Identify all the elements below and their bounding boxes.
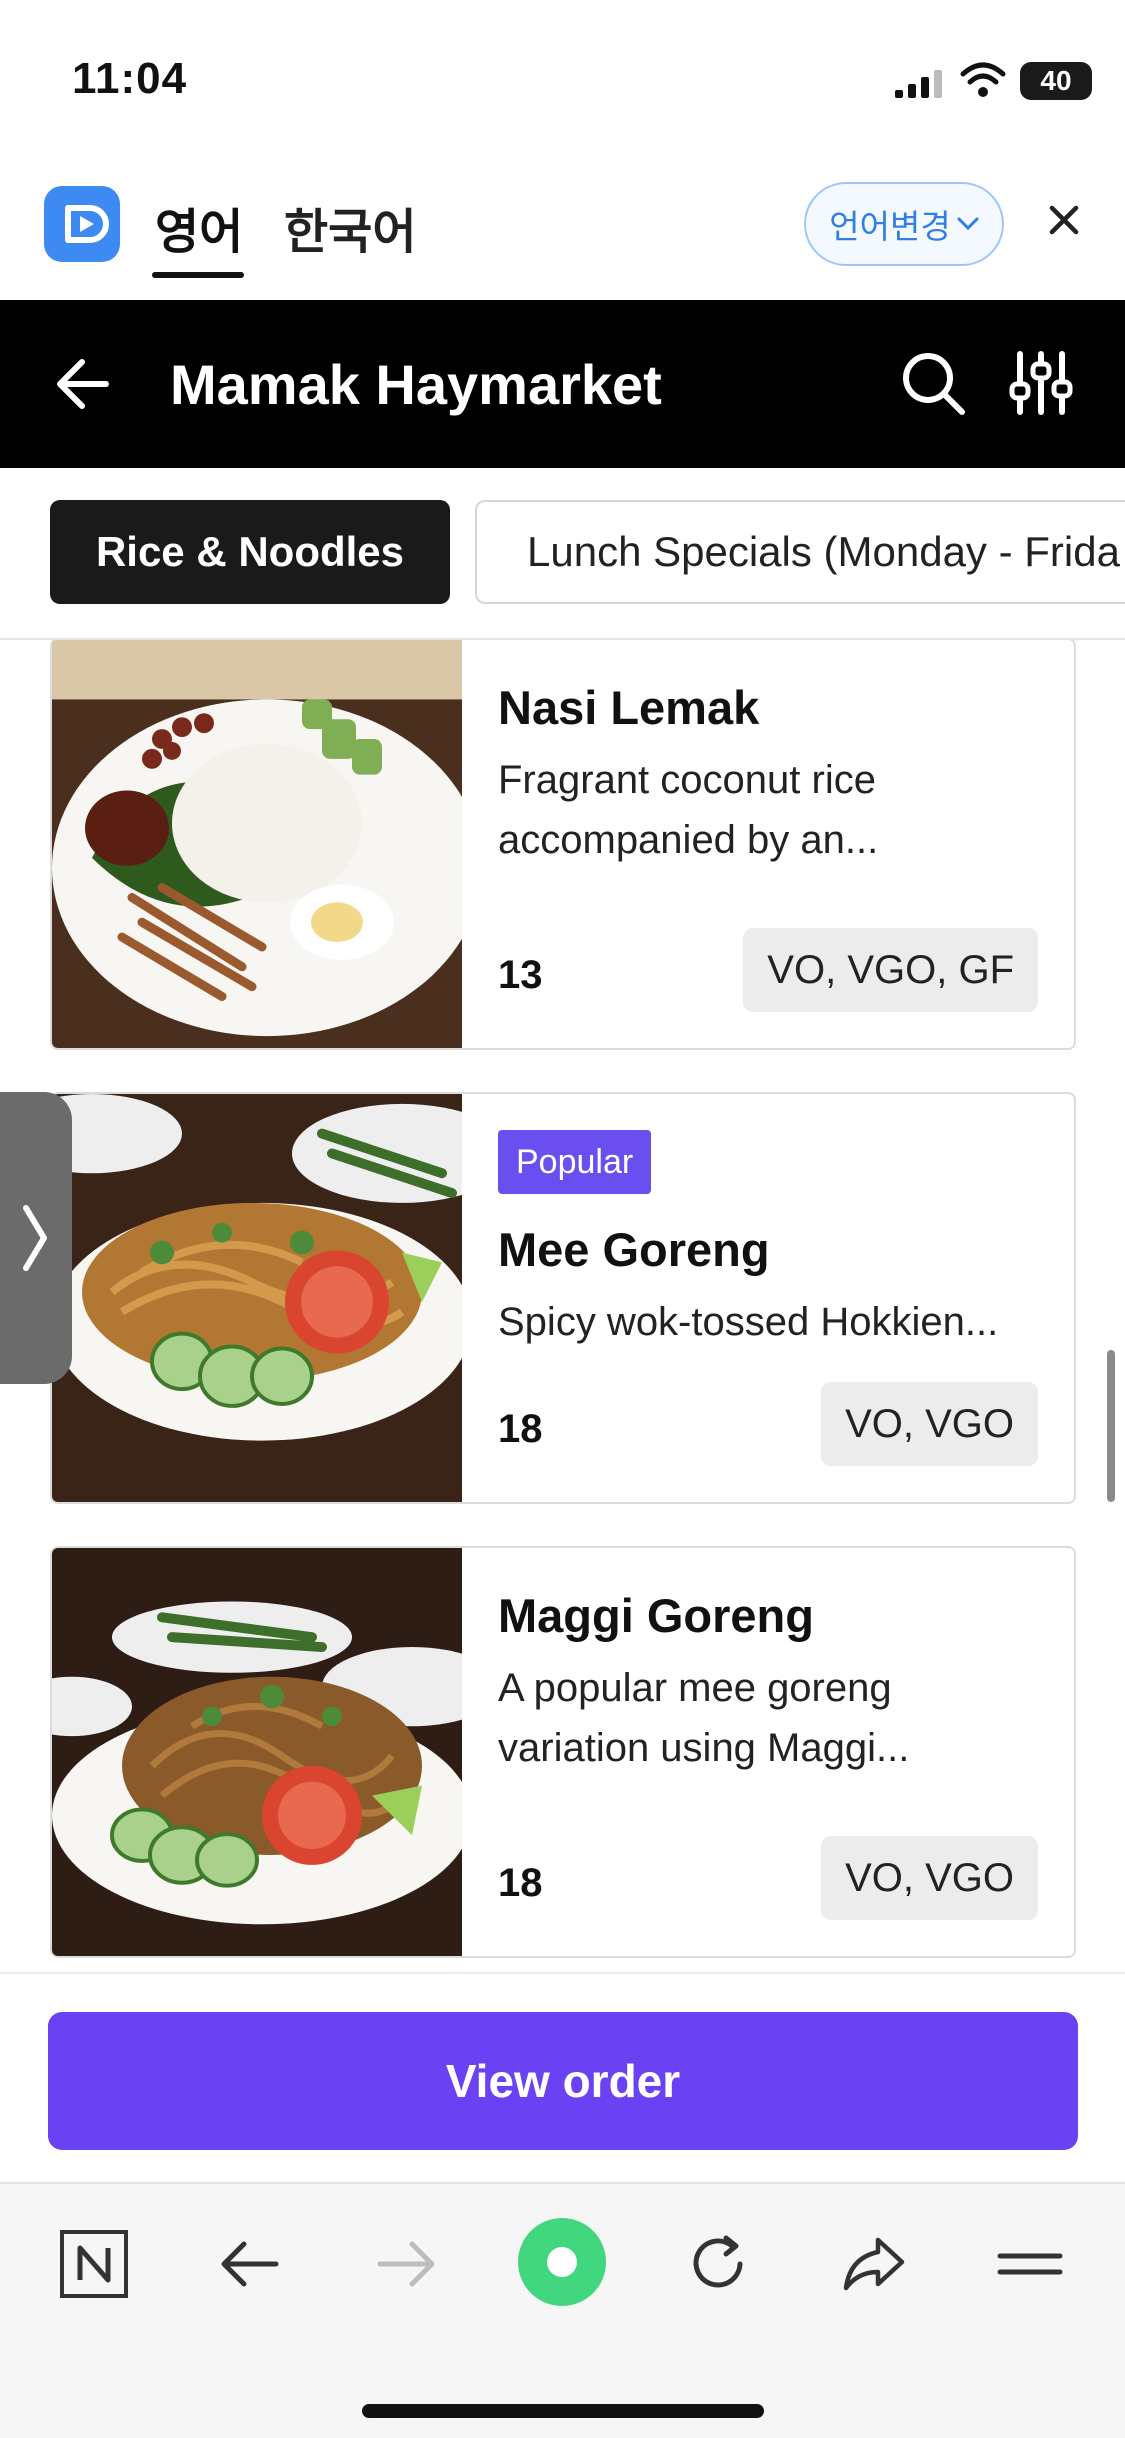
search-icon[interactable]	[900, 350, 966, 416]
description-line: Spicy wok-tossed Hokkien...	[498, 1300, 999, 1344]
battery-level: 40	[1040, 65, 1072, 96]
menu-item-card[interactable]: Popular Mee Goreng Spicy wok-tossed Hokk…	[50, 1092, 1076, 1504]
food-photo-maggi-goreng	[52, 1548, 462, 1956]
tab-english[interactable]: 영어	[155, 192, 243, 262]
tab-korean[interactable]: 한국어	[284, 192, 416, 262]
category-chip-lunch-specials[interactable]: Lunch Specials (Monday - Frida	[475, 500, 1125, 604]
home-indicator	[362, 2404, 764, 2418]
menu-item-body: Popular Mee Goreng Spicy wok-tossed Hokk…	[498, 1094, 1038, 1502]
menu-item-body: Nasi Lemak Fragrant coconut rice accompa…	[498, 640, 1038, 1048]
side-drawer-handle[interactable]	[0, 1092, 72, 1384]
description-line: variation using Maggi...	[498, 1726, 910, 1770]
menu-item-description: Spicy wok-tossed Hokkien...	[498, 1292, 1038, 1352]
menu-item-name: Maggi Goreng	[498, 1589, 814, 1642]
close-icon[interactable]	[1044, 200, 1084, 240]
chevron-down-icon	[957, 217, 979, 231]
description-line: A popular mee goreng	[498, 1666, 892, 1710]
popular-badge: Popular	[498, 1130, 652, 1194]
app-logo-icon	[44, 186, 120, 262]
back-icon[interactable]	[214, 2228, 286, 2300]
menu-list: Nasi Lemak Fragrant coconut rice accompa…	[0, 640, 1125, 1970]
food-photo-nasi-lemak	[52, 640, 462, 1048]
status-time: 11:04	[72, 54, 188, 103]
dietary-tags: VO, VGO, GF	[743, 928, 1038, 1012]
naver-n-icon[interactable]	[58, 2228, 130, 2300]
menu-item-card[interactable]: Nasi Lemak Fragrant coconut rice accompa…	[50, 640, 1076, 1050]
home-green-icon[interactable]	[516, 2216, 608, 2308]
battery-icon: 40	[1020, 62, 1092, 100]
restaurant-title: Mamak Haymarket	[170, 353, 662, 416]
menu-item-card[interactable]: Maggi Goreng A popular mee goreng variat…	[50, 1546, 1076, 1958]
dietary-tags: VO, VGO	[821, 1382, 1038, 1466]
menu-item-price: 18	[498, 1861, 543, 1905]
change-language-label: 언어변경	[829, 208, 951, 245]
wifi-icon	[960, 62, 1006, 97]
dietary-tags: VO, VGO	[821, 1836, 1038, 1920]
view-order-button[interactable]: View order	[48, 2012, 1078, 2150]
menu-item-name: Mee Goreng	[498, 1223, 770, 1276]
food-photo-mee-goreng	[52, 1094, 462, 1502]
description-line: accompanied by an...	[498, 818, 879, 862]
browser-toolbar	[0, 2182, 1125, 2438]
description-line: Fragrant coconut rice	[498, 758, 876, 802]
menu-item-name: Nasi Lemak	[498, 681, 760, 734]
forward-icon[interactable]	[370, 2228, 442, 2300]
cellular-signal-icon	[895, 70, 942, 98]
menu-item-description: A popular mee goreng variation using Mag…	[498, 1658, 1038, 1778]
menu-hamburger-icon[interactable]	[994, 2228, 1066, 2300]
active-tab-indicator	[152, 272, 244, 278]
refresh-icon[interactable]	[682, 2228, 754, 2300]
restaurant-header: Mamak Haymarket	[0, 300, 1125, 468]
scroll-indicator[interactable]	[1107, 1350, 1115, 1502]
order-bar: View order	[0, 1972, 1125, 2184]
language-bar: 영어 한국어 언어변경	[0, 170, 1125, 300]
filter-sliders-icon[interactable]	[1008, 350, 1074, 416]
category-chip-rice-noodles[interactable]: Rice & Noodles	[50, 500, 450, 604]
status-bar: 11:04 40	[0, 0, 1125, 160]
menu-item-price: 13	[498, 953, 543, 997]
menu-item-price: 18	[498, 1407, 543, 1451]
menu-item-body: Maggi Goreng A popular mee goreng variat…	[498, 1548, 1038, 1956]
chevron-right-icon	[23, 1205, 47, 1271]
back-arrow-icon[interactable]	[56, 358, 110, 410]
share-icon[interactable]	[838, 2228, 910, 2300]
change-language-button[interactable]: 언어변경	[804, 182, 1004, 266]
menu-item-description: Fragrant coconut rice accompanied by an.…	[498, 750, 1038, 870]
category-bar: Rice & Noodles Lunch Specials (Monday - …	[0, 468, 1125, 640]
